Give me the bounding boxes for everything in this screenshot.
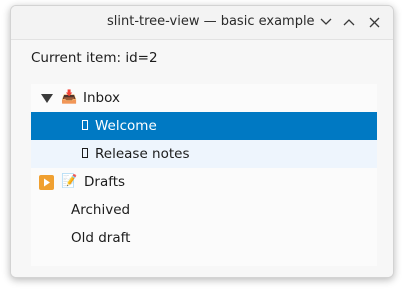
expand-toggle-icon[interactable] [40,91,54,105]
tree-item-release-notes[interactable]: Release notes [31,140,377,168]
tree-view[interactable]: 📥 Inbox Welcome Release notes 📝 Drafts A… [31,84,377,266]
tree-item-old-draft[interactable]: Old draft [31,224,377,252]
document-icon [82,148,88,158]
app-window: slint-tree-view — basic example Current … [10,5,394,278]
tree-item-inbox[interactable]: 📥 Inbox [31,84,377,112]
window-title: slint-tree-view — basic example [107,14,315,29]
tree-item-label: Welcome [95,118,157,134]
tree-item-label: Drafts [84,174,126,190]
tree-item-label: Release notes [95,146,190,162]
tree-item-drafts[interactable]: 📝 Drafts [31,168,377,196]
tree-item-archived[interactable]: Archived [31,196,377,224]
tree-item-label: Inbox [83,90,120,106]
minimize-icon[interactable] [317,13,335,31]
inbox-tray-icon: 📥 [61,90,78,105]
title-bar[interactable]: slint-tree-view — basic example [11,6,393,40]
current-item-label: Current item: id=2 [31,50,158,66]
tree-item-label: Archived [71,202,131,218]
collapse-toggle-icon[interactable] [39,175,54,190]
memo-icon: 📝 [61,174,78,189]
document-icon [82,120,88,130]
close-icon[interactable] [365,13,383,31]
tree-item-label: Old draft [71,230,131,246]
main-content: Current item: id=2 📥 Inbox Welcome Relea… [11,40,393,277]
tree-item-welcome[interactable]: Welcome [31,112,377,140]
maximize-icon[interactable] [340,13,358,31]
